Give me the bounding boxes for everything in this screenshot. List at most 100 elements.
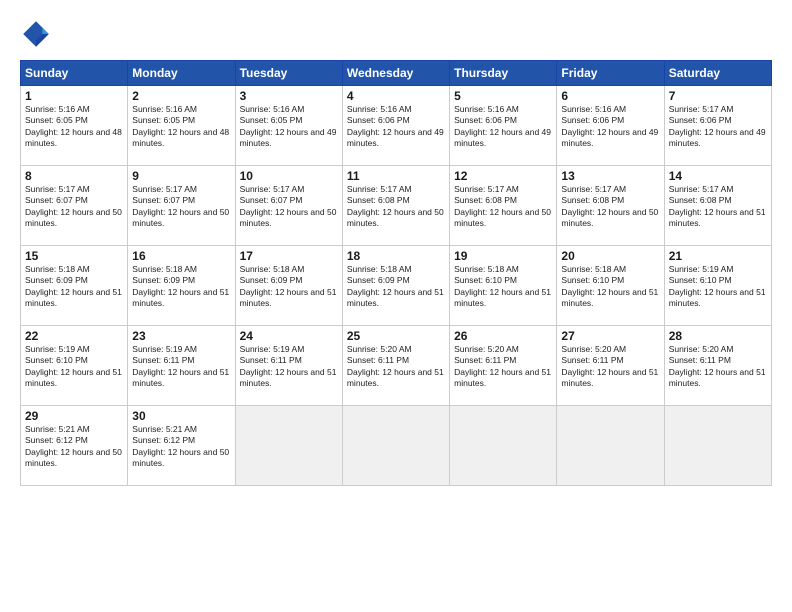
- day-number: 7: [669, 89, 767, 103]
- calendar-cell: 5 Sunrise: 5:16 AMSunset: 6:06 PMDayligh…: [450, 86, 557, 166]
- calendar-cell: 4 Sunrise: 5:16 AMSunset: 6:06 PMDayligh…: [342, 86, 449, 166]
- day-number: 21: [669, 249, 767, 263]
- day-info: Sunrise: 5:18 AMSunset: 6:10 PMDaylight:…: [561, 264, 659, 310]
- day-info: Sunrise: 5:18 AMSunset: 6:09 PMDaylight:…: [132, 264, 230, 310]
- calendar-cell: [342, 406, 449, 486]
- calendar-cell: 15 Sunrise: 5:18 AMSunset: 6:09 PMDaylig…: [21, 246, 128, 326]
- calendar-cell: 26 Sunrise: 5:20 AMSunset: 6:11 PMDaylig…: [450, 326, 557, 406]
- day-number: 4: [347, 89, 445, 103]
- day-info: Sunrise: 5:16 AMSunset: 6:06 PMDaylight:…: [454, 104, 552, 150]
- calendar-cell: 11 Sunrise: 5:17 AMSunset: 6:08 PMDaylig…: [342, 166, 449, 246]
- page: SundayMondayTuesdayWednesdayThursdayFrid…: [0, 0, 792, 612]
- day-number: 16: [132, 249, 230, 263]
- day-number: 2: [132, 89, 230, 103]
- calendar-cell: 19 Sunrise: 5:18 AMSunset: 6:10 PMDaylig…: [450, 246, 557, 326]
- calendar-week-5: 29 Sunrise: 5:21 AMSunset: 6:12 PMDaylig…: [21, 406, 772, 486]
- day-info: Sunrise: 5:18 AMSunset: 6:09 PMDaylight:…: [240, 264, 338, 310]
- day-number: 27: [561, 329, 659, 343]
- day-number: 14: [669, 169, 767, 183]
- calendar-cell: 6 Sunrise: 5:16 AMSunset: 6:06 PMDayligh…: [557, 86, 664, 166]
- day-number: 10: [240, 169, 338, 183]
- calendar-cell: 28 Sunrise: 5:20 AMSunset: 6:11 PMDaylig…: [664, 326, 771, 406]
- calendar-cell: 18 Sunrise: 5:18 AMSunset: 6:09 PMDaylig…: [342, 246, 449, 326]
- day-number: 26: [454, 329, 552, 343]
- day-info: Sunrise: 5:17 AMSunset: 6:08 PMDaylight:…: [669, 184, 767, 230]
- day-info: Sunrise: 5:17 AMSunset: 6:07 PMDaylight:…: [240, 184, 338, 230]
- day-info: Sunrise: 5:16 AMSunset: 6:06 PMDaylight:…: [347, 104, 445, 150]
- day-info: Sunrise: 5:21 AMSunset: 6:12 PMDaylight:…: [132, 424, 230, 470]
- days-header-row: SundayMondayTuesdayWednesdayThursdayFrid…: [21, 61, 772, 86]
- calendar-cell: 25 Sunrise: 5:20 AMSunset: 6:11 PMDaylig…: [342, 326, 449, 406]
- day-info: Sunrise: 5:19 AMSunset: 6:10 PMDaylight:…: [669, 264, 767, 310]
- calendar-cell: [557, 406, 664, 486]
- day-number: 22: [25, 329, 123, 343]
- day-info: Sunrise: 5:20 AMSunset: 6:11 PMDaylight:…: [561, 344, 659, 390]
- calendar-cell: [664, 406, 771, 486]
- day-number: 5: [454, 89, 552, 103]
- day-number: 23: [132, 329, 230, 343]
- calendar-cell: 24 Sunrise: 5:19 AMSunset: 6:11 PMDaylig…: [235, 326, 342, 406]
- calendar-cell: [450, 406, 557, 486]
- calendar-cell: 13 Sunrise: 5:17 AMSunset: 6:08 PMDaylig…: [557, 166, 664, 246]
- calendar-cell: 2 Sunrise: 5:16 AMSunset: 6:05 PMDayligh…: [128, 86, 235, 166]
- calendar-cell: 16 Sunrise: 5:18 AMSunset: 6:09 PMDaylig…: [128, 246, 235, 326]
- day-info: Sunrise: 5:20 AMSunset: 6:11 PMDaylight:…: [669, 344, 767, 390]
- calendar-cell: 3 Sunrise: 5:16 AMSunset: 6:05 PMDayligh…: [235, 86, 342, 166]
- calendar-cell: [235, 406, 342, 486]
- day-info: Sunrise: 5:16 AMSunset: 6:05 PMDaylight:…: [240, 104, 338, 150]
- day-number: 11: [347, 169, 445, 183]
- calendar-table: SundayMondayTuesdayWednesdayThursdayFrid…: [20, 60, 772, 486]
- day-info: Sunrise: 5:18 AMSunset: 6:09 PMDaylight:…: [25, 264, 123, 310]
- day-info: Sunrise: 5:17 AMSunset: 6:07 PMDaylight:…: [132, 184, 230, 230]
- logo-icon: [20, 18, 52, 50]
- day-number: 19: [454, 249, 552, 263]
- calendar-cell: 12 Sunrise: 5:17 AMSunset: 6:08 PMDaylig…: [450, 166, 557, 246]
- calendar-cell: 20 Sunrise: 5:18 AMSunset: 6:10 PMDaylig…: [557, 246, 664, 326]
- logo: [20, 18, 56, 50]
- day-info: Sunrise: 5:17 AMSunset: 6:08 PMDaylight:…: [454, 184, 552, 230]
- day-number: 3: [240, 89, 338, 103]
- day-info: Sunrise: 5:16 AMSunset: 6:05 PMDaylight:…: [132, 104, 230, 150]
- day-info: Sunrise: 5:20 AMSunset: 6:11 PMDaylight:…: [347, 344, 445, 390]
- calendar-cell: 21 Sunrise: 5:19 AMSunset: 6:10 PMDaylig…: [664, 246, 771, 326]
- calendar-cell: 10 Sunrise: 5:17 AMSunset: 6:07 PMDaylig…: [235, 166, 342, 246]
- day-number: 29: [25, 409, 123, 423]
- day-number: 1: [25, 89, 123, 103]
- calendar-cell: 9 Sunrise: 5:17 AMSunset: 6:07 PMDayligh…: [128, 166, 235, 246]
- calendar-week-3: 15 Sunrise: 5:18 AMSunset: 6:09 PMDaylig…: [21, 246, 772, 326]
- calendar-week-2: 8 Sunrise: 5:17 AMSunset: 6:07 PMDayligh…: [21, 166, 772, 246]
- calendar-cell: 22 Sunrise: 5:19 AMSunset: 6:10 PMDaylig…: [21, 326, 128, 406]
- calendar-cell: 30 Sunrise: 5:21 AMSunset: 6:12 PMDaylig…: [128, 406, 235, 486]
- calendar-week-4: 22 Sunrise: 5:19 AMSunset: 6:10 PMDaylig…: [21, 326, 772, 406]
- day-info: Sunrise: 5:16 AMSunset: 6:06 PMDaylight:…: [561, 104, 659, 150]
- day-header-friday: Friday: [557, 61, 664, 86]
- day-info: Sunrise: 5:17 AMSunset: 6:08 PMDaylight:…: [347, 184, 445, 230]
- day-number: 30: [132, 409, 230, 423]
- day-info: Sunrise: 5:20 AMSunset: 6:11 PMDaylight:…: [454, 344, 552, 390]
- day-info: Sunrise: 5:19 AMSunset: 6:11 PMDaylight:…: [132, 344, 230, 390]
- calendar-cell: 23 Sunrise: 5:19 AMSunset: 6:11 PMDaylig…: [128, 326, 235, 406]
- day-number: 24: [240, 329, 338, 343]
- day-info: Sunrise: 5:18 AMSunset: 6:10 PMDaylight:…: [454, 264, 552, 310]
- day-header-sunday: Sunday: [21, 61, 128, 86]
- day-header-tuesday: Tuesday: [235, 61, 342, 86]
- calendar-cell: 29 Sunrise: 5:21 AMSunset: 6:12 PMDaylig…: [21, 406, 128, 486]
- day-info: Sunrise: 5:17 AMSunset: 6:08 PMDaylight:…: [561, 184, 659, 230]
- calendar-cell: 8 Sunrise: 5:17 AMSunset: 6:07 PMDayligh…: [21, 166, 128, 246]
- day-info: Sunrise: 5:19 AMSunset: 6:10 PMDaylight:…: [25, 344, 123, 390]
- day-number: 15: [25, 249, 123, 263]
- day-number: 18: [347, 249, 445, 263]
- calendar-cell: 27 Sunrise: 5:20 AMSunset: 6:11 PMDaylig…: [557, 326, 664, 406]
- calendar-week-1: 1 Sunrise: 5:16 AMSunset: 6:05 PMDayligh…: [21, 86, 772, 166]
- calendar-cell: 7 Sunrise: 5:17 AMSunset: 6:06 PMDayligh…: [664, 86, 771, 166]
- calendar-cell: 17 Sunrise: 5:18 AMSunset: 6:09 PMDaylig…: [235, 246, 342, 326]
- day-number: 12: [454, 169, 552, 183]
- day-number: 28: [669, 329, 767, 343]
- day-number: 20: [561, 249, 659, 263]
- day-info: Sunrise: 5:17 AMSunset: 6:07 PMDaylight:…: [25, 184, 123, 230]
- day-info: Sunrise: 5:16 AMSunset: 6:05 PMDaylight:…: [25, 104, 123, 150]
- day-number: 6: [561, 89, 659, 103]
- day-info: Sunrise: 5:21 AMSunset: 6:12 PMDaylight:…: [25, 424, 123, 470]
- day-number: 25: [347, 329, 445, 343]
- day-header-wednesday: Wednesday: [342, 61, 449, 86]
